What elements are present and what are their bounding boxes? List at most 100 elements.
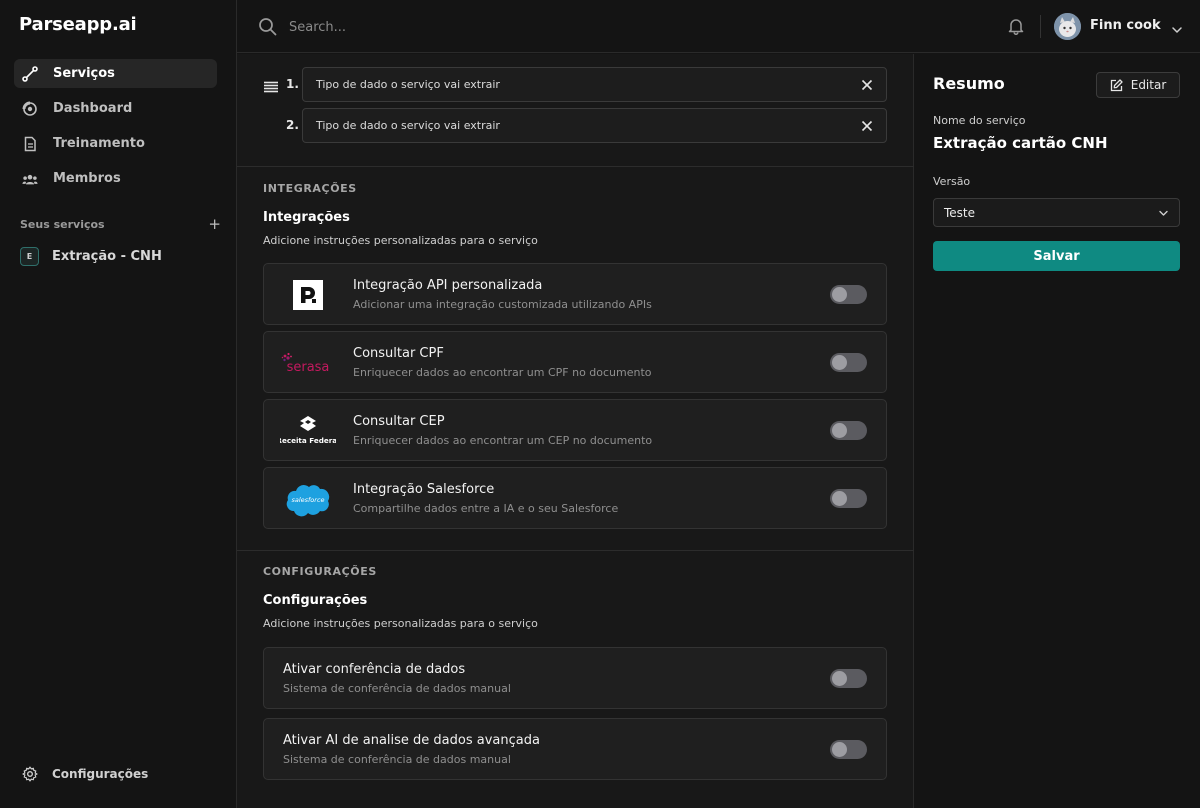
integration-card-cep: Receita Federal Consultar CEP Enriquecer… bbox=[263, 399, 887, 461]
config-card-data-check: Ativar conferência de dados Sistema de c… bbox=[263, 647, 887, 709]
config-toggle[interactable] bbox=[830, 669, 867, 688]
integration-title: Consultar CEP bbox=[353, 414, 445, 429]
toggle-knob bbox=[832, 742, 847, 757]
extraction-field-row: 2. Tipo de dado o serviço vai extrair bbox=[286, 108, 887, 143]
sidebar-item-dashboard[interactable]: Dashboard bbox=[14, 94, 217, 123]
extraction-field-input[interactable]: Tipo de dado o serviço vai extrair bbox=[302, 108, 887, 143]
salesforce-logo: salesforce bbox=[278, 479, 338, 519]
edit-button-label: Editar bbox=[1130, 78, 1167, 92]
search-icon bbox=[258, 17, 277, 36]
service-label: Extração - CNH bbox=[52, 249, 162, 264]
sidebar-service-extracao-cnh[interactable]: E Extração - CNH bbox=[20, 247, 162, 266]
top-bar: Finn cook bbox=[237, 0, 1200, 53]
service-name-label: Nome do serviço bbox=[933, 114, 1026, 127]
add-service-button[interactable]: + bbox=[208, 217, 221, 232]
configurations-caption: CONFIGURAÇÕES bbox=[263, 565, 377, 578]
sidebar-item-label: Serviços bbox=[53, 66, 115, 81]
settings-label: Configurações bbox=[52, 767, 149, 781]
parse-logo bbox=[278, 275, 338, 315]
integrations-title: Integrações bbox=[263, 210, 350, 225]
serasa-logo-text: serasa bbox=[287, 360, 330, 375]
edit-button[interactable]: Editar bbox=[1096, 72, 1180, 98]
sidebar-settings[interactable]: Configurações bbox=[22, 766, 148, 782]
gear-icon bbox=[22, 766, 38, 782]
integration-toggle[interactable] bbox=[830, 353, 867, 372]
integration-description: Adicionar uma integração customizada uti… bbox=[353, 298, 652, 311]
summary-panel: Resumo Editar Nome do serviço Extração c… bbox=[914, 54, 1200, 808]
close-icon[interactable] bbox=[861, 79, 873, 91]
integration-description: Enriquecer dados ao encontrar um CEP no … bbox=[353, 434, 653, 447]
config-title: Ativar AI de analise de dados avançada bbox=[283, 733, 540, 748]
route-icon bbox=[22, 65, 38, 82]
field-number: 2. bbox=[286, 118, 299, 132]
version-select[interactable]: Teste bbox=[933, 198, 1180, 227]
list-icon[interactable] bbox=[264, 78, 278, 93]
dashboard-icon bbox=[22, 101, 38, 117]
save-button[interactable]: Salvar bbox=[933, 241, 1180, 271]
edit-icon bbox=[1110, 78, 1123, 92]
toggle-knob bbox=[832, 287, 847, 302]
salesforce-logo-text: salesforce bbox=[291, 496, 324, 504]
close-icon[interactable] bbox=[861, 120, 873, 132]
section-divider bbox=[237, 550, 914, 551]
section-divider bbox=[237, 166, 914, 167]
chevron-down-icon[interactable] bbox=[1171, 21, 1183, 33]
config-title: Ativar conferência de dados bbox=[283, 662, 466, 677]
sidebar-nav: Serviços Dashboard Treinamento Membros bbox=[14, 59, 217, 199]
integration-card-cpf: serasa Consultar CPF Enriquecer dados ao… bbox=[263, 331, 887, 393]
integration-title: Integração API personalizada bbox=[353, 278, 543, 293]
services-section-label: Seus serviços + bbox=[20, 217, 221, 232]
integration-description: Compartilhe dados entre a IA e o seu Sal… bbox=[353, 502, 619, 515]
extraction-field-input[interactable]: Tipo de dado o serviço vai extrair bbox=[302, 67, 887, 102]
integrations-description: Adicione instruções personalizadas para … bbox=[263, 234, 538, 247]
summary-title: Resumo bbox=[933, 74, 1005, 93]
configurations-title: Configurações bbox=[263, 593, 368, 608]
integration-toggle[interactable] bbox=[830, 489, 867, 508]
config-card-advanced-ai: Ativar AI de analise de dados avançada S… bbox=[263, 718, 887, 780]
toggle-knob bbox=[832, 423, 847, 438]
integration-toggle[interactable] bbox=[830, 421, 867, 440]
chevron-down-icon bbox=[1158, 208, 1169, 219]
field-text: Tipo de dado o serviço vai extrair bbox=[316, 78, 500, 91]
receita-federal-logo: Receita Federal bbox=[278, 411, 338, 451]
search-input[interactable] bbox=[289, 14, 689, 40]
extraction-field-row: 1. Tipo de dado o serviço vai extrair bbox=[286, 67, 887, 102]
sidebar: Parseapp.ai Serviços Dashboard Treinamen… bbox=[0, 0, 237, 808]
integrations-caption: INTEGRAÇÕES bbox=[263, 182, 357, 195]
integration-card-api: Integração API personalizada Adicionar u… bbox=[263, 263, 887, 325]
config-toggle[interactable] bbox=[830, 740, 867, 759]
receita-federal-logo-text: Receita Federal bbox=[280, 436, 336, 445]
app-logo[interactable]: Parseapp.ai bbox=[19, 14, 137, 35]
bell-icon[interactable] bbox=[1007, 17, 1025, 36]
main-content: 1. Tipo de dado o serviço vai extrair 2.… bbox=[237, 54, 914, 808]
sidebar-item-label: Membros bbox=[53, 171, 121, 186]
integration-card-salesforce: salesforce Integração Salesforce Compart… bbox=[263, 467, 887, 529]
service-badge: E bbox=[20, 247, 39, 266]
users-icon bbox=[22, 171, 38, 187]
field-number: 1. bbox=[286, 77, 299, 91]
toggle-knob bbox=[832, 355, 847, 370]
user-name[interactable]: Finn cook bbox=[1090, 18, 1161, 33]
version-select-value: Teste bbox=[944, 205, 976, 220]
config-description: Sistema de conferência de dados manual bbox=[283, 682, 511, 695]
avatar[interactable] bbox=[1054, 13, 1081, 40]
config-description: Sistema de conferência de dados manual bbox=[283, 753, 511, 766]
integration-toggle[interactable] bbox=[830, 285, 867, 304]
services-heading: Seus serviços bbox=[20, 218, 105, 231]
serasa-logo: serasa bbox=[278, 343, 338, 383]
field-text: Tipo de dado o serviço vai extrair bbox=[316, 119, 500, 132]
sidebar-item-servicos[interactable]: Serviços bbox=[14, 59, 217, 88]
toggle-knob bbox=[832, 671, 847, 686]
topbar-divider bbox=[1040, 15, 1041, 38]
toggle-knob bbox=[832, 491, 847, 506]
service-name: Extração cartão CNH bbox=[933, 134, 1108, 152]
version-label: Versão bbox=[933, 175, 971, 188]
integration-title: Consultar CPF bbox=[353, 346, 444, 361]
sidebar-item-label: Dashboard bbox=[53, 101, 133, 116]
sidebar-item-treinamento[interactable]: Treinamento bbox=[14, 129, 217, 158]
document-icon bbox=[22, 136, 38, 152]
integration-title: Integração Salesforce bbox=[353, 482, 495, 497]
configurations-description: Adicione instruções personalizadas para … bbox=[263, 617, 538, 630]
sidebar-item-membros[interactable]: Membros bbox=[14, 164, 217, 193]
sidebar-item-label: Treinamento bbox=[53, 136, 145, 151]
